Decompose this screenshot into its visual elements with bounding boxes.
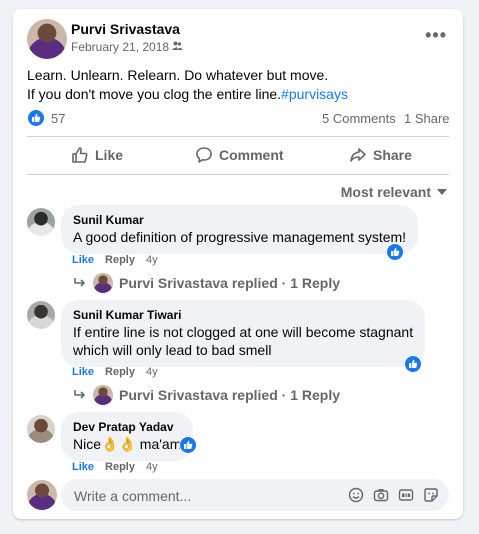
comment-text-prefix: Nice <box>73 436 102 452</box>
post-body: Learn. Unlearn. Relearn. Do whatever but… <box>27 66 348 104</box>
post-text-line-2-text: If you don't move you clog the entire li… <box>27 86 282 102</box>
post-date-text[interactable]: February 21, 2018 <box>71 40 169 54</box>
comment-actions: Like Reply 4y <box>72 254 158 266</box>
gif-icon[interactable] <box>398 487 414 503</box>
view-replies-link[interactable]: Purvi Srivastava replied · 1 Reply <box>73 273 340 293</box>
ok-hand-emoji: 👌 <box>118 436 136 452</box>
divider-top <box>27 136 449 137</box>
comment-composer <box>61 479 449 513</box>
reply-arrow-icon <box>74 390 85 399</box>
view-replies-link[interactable]: Purvi Srivastava replied · 1 Reply <box>73 385 340 405</box>
post-card: Purvi Srivastava February 21, 2018 · •••… <box>13 9 463 519</box>
comment-like-reaction-icon[interactable] <box>404 355 422 373</box>
divider-bottom <box>27 174 449 175</box>
ok-hand-emoji: 👌 <box>101 436 119 452</box>
comment-like-reaction-icon[interactable] <box>179 436 197 454</box>
comment-text-line-2: which will only lead to bad smell <box>73 342 272 358</box>
commenter-name[interactable]: Sunil Kumar <box>73 212 406 228</box>
sort-label: Most relevant <box>340 184 431 200</box>
reaction-count[interactable]: 57 <box>51 111 65 126</box>
comment-button-label: Comment <box>219 147 284 163</box>
hashtag-link[interactable]: #purvisays <box>281 86 348 102</box>
comment-timestamp[interactable]: 4y <box>146 461 158 473</box>
thumbs-up-glyph <box>32 113 41 122</box>
comment-reply-link[interactable]: Reply <box>105 461 135 473</box>
author-name[interactable]: Purvi Srivastava <box>71 21 180 37</box>
like-button[interactable]: Like <box>71 145 123 165</box>
comment-bubble: Sunil Kumar A good definition of progres… <box>61 205 419 254</box>
sticker-icon[interactable] <box>423 487 439 503</box>
comment-like-link[interactable]: Like <box>72 366 94 378</box>
comment-like-link[interactable]: Like <box>72 461 94 473</box>
shares-count-link[interactable]: 1 Share <box>404 111 450 126</box>
sort-dropdown[interactable]: Most relevant <box>341 184 447 200</box>
thumbs-up-glyph <box>184 440 193 449</box>
thumbs-up-glyph <box>409 359 418 368</box>
comment-timestamp[interactable]: 4y <box>146 254 158 266</box>
camera-icon[interactable] <box>373 487 389 503</box>
comments-count-link[interactable]: 5 Comments <box>322 111 396 126</box>
share-icon <box>350 148 366 162</box>
author-avatar[interactable] <box>27 19 67 59</box>
post-text-line-2: If you don't move you clog the entire li… <box>27 85 348 104</box>
comment-bubble: Dev Pratap Yadav Nice👌👌 ma'am <box>61 412 194 461</box>
caret-down-icon <box>437 189 447 195</box>
like-button-label: Like <box>95 147 124 163</box>
like-reaction-icon[interactable] <box>27 109 45 127</box>
reply-summary: Purvi Srivastava replied · 1 Reply <box>119 275 340 291</box>
reply-arrow-icon <box>74 278 85 287</box>
comment-reply-link[interactable]: Reply <box>105 366 135 378</box>
comment-text: Nice👌👌 ma'am <box>73 435 181 453</box>
comment-timestamp[interactable]: 4y <box>146 366 158 378</box>
comment-text-line-1: If entire line is not clogged at one wil… <box>73 324 414 340</box>
comment-bubble: Sunil Kumar Tiwari If entire line is not… <box>61 300 426 367</box>
comment-actions: Like Reply 4y <box>72 366 158 378</box>
commenter-name[interactable]: Dev Pratap Yadav <box>73 419 181 435</box>
commenter-avatar[interactable] <box>27 301 55 329</box>
thumbs-up-glyph <box>391 247 400 256</box>
comment-like-link[interactable]: Like <box>72 254 94 266</box>
comment-reply-link[interactable]: Reply <box>105 254 135 266</box>
post-text-line-1: Learn. Unlearn. Relearn. Do whatever but… <box>27 67 329 83</box>
comment-text-suffix: ma'am <box>135 436 182 452</box>
share-button-label: Share <box>373 147 412 163</box>
reply-author-avatar <box>93 385 113 405</box>
comment-text: A good definition of progressive managem… <box>73 229 407 245</box>
commenter-avatar[interactable] <box>27 208 55 236</box>
reply-summary: Purvi Srivastava replied · 1 Reply <box>119 387 340 403</box>
current-user-avatar[interactable] <box>27 480 57 510</box>
comment-input[interactable] <box>72 479 336 513</box>
like-icon <box>72 147 88 163</box>
more-options-icon[interactable]: ••• <box>425 25 447 46</box>
emoji-icon[interactable] <box>348 487 364 503</box>
friends-icon <box>172 41 183 50</box>
post-date[interactable]: February 21, 2018 · <box>71 40 180 54</box>
commenter-avatar[interactable] <box>27 415 55 443</box>
comment-actions: Like Reply 4y <box>72 461 158 473</box>
comment-like-reaction-icon[interactable] <box>386 243 404 261</box>
comment-button[interactable]: Comment <box>195 145 284 165</box>
commenter-name[interactable]: Sunil Kumar Tiwari <box>73 307 413 323</box>
share-button[interactable]: Share <box>349 145 412 165</box>
comment-icon <box>196 147 212 163</box>
reply-author-avatar <box>93 273 113 293</box>
